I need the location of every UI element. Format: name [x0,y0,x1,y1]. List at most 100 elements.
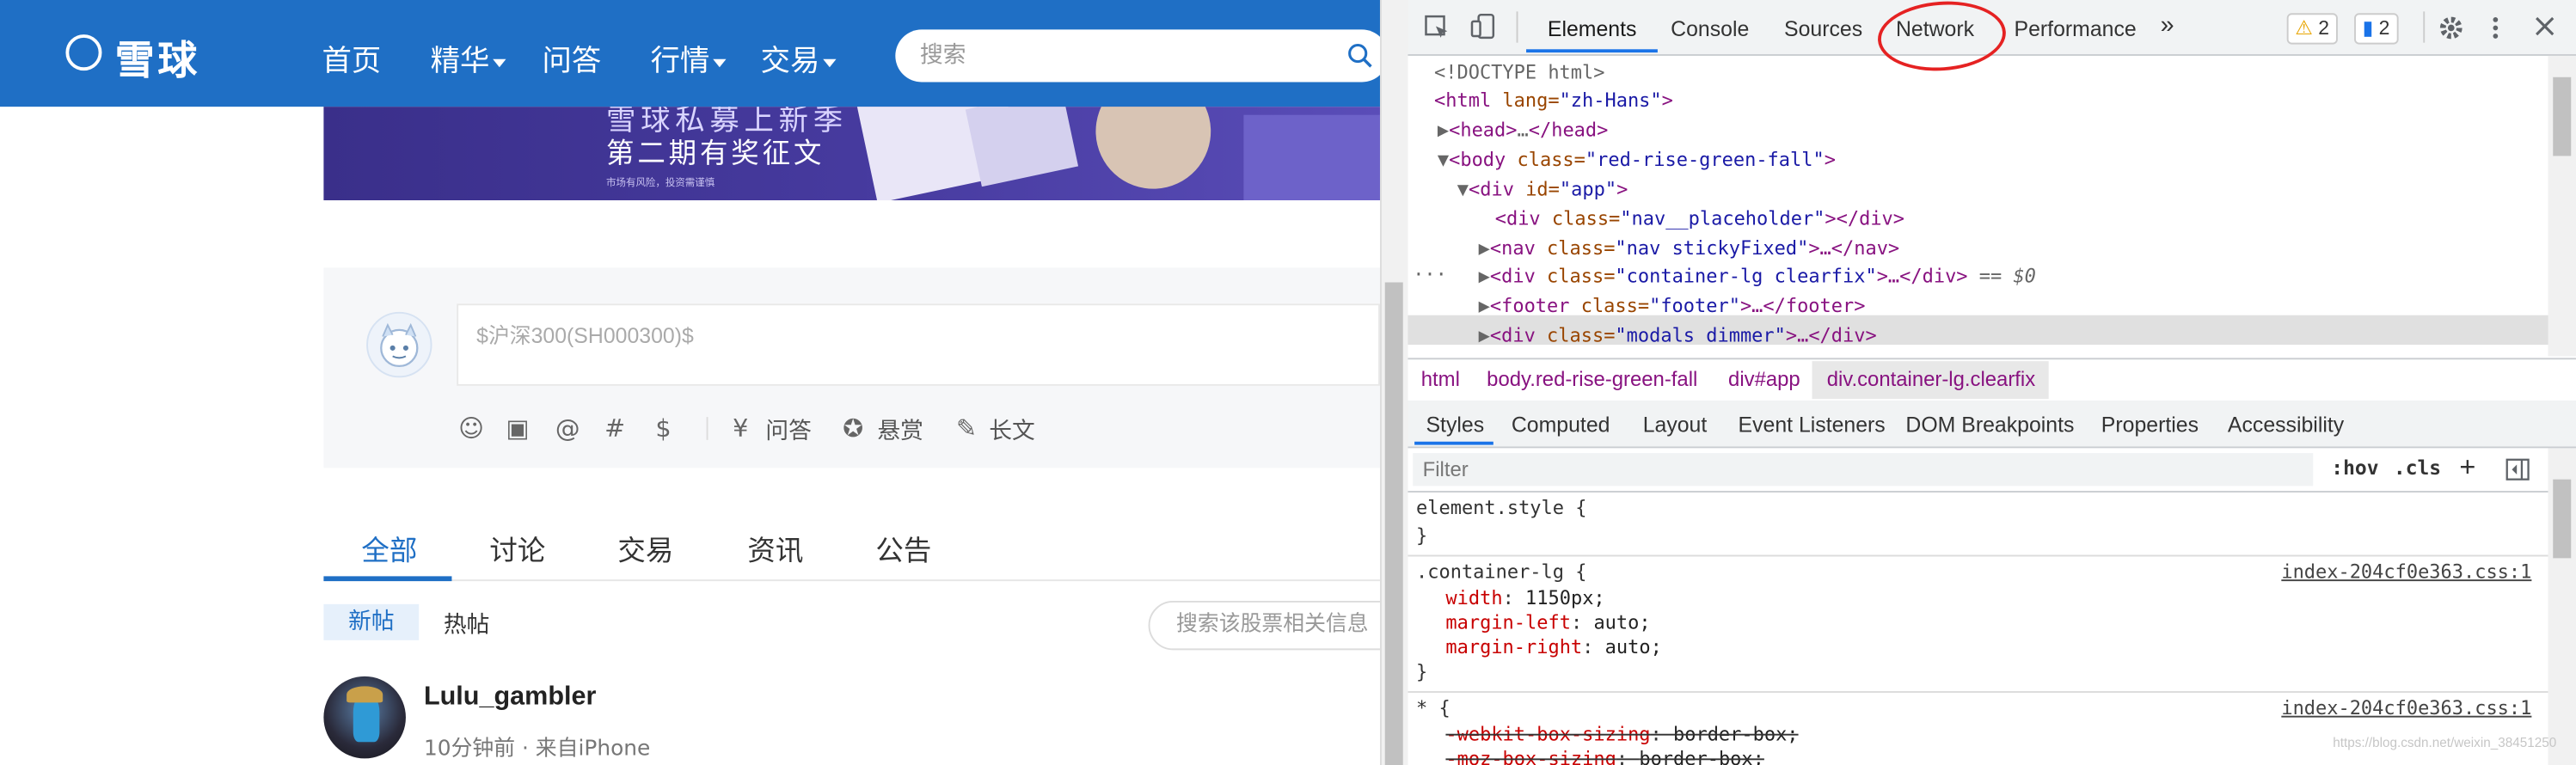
dom-node-doctype[interactable]: <!DOCTYPE html> [1434,59,1604,87]
subtab-accessibility[interactable]: Accessibility [2228,412,2344,437]
rule-universal-selector[interactable]: * { [1416,696,1451,721]
nav-qa[interactable]: 问答 [543,38,602,81]
hover-state-toggle[interactable]: :hov [2331,456,2378,480]
tab-discussion[interactable]: 讨论 [489,527,545,568]
site-search-input[interactable]: 搜索 [895,29,1380,83]
tab-all[interactable]: 全部 [361,527,417,568]
expand-arrow-icon[interactable]: ▶ [1479,236,1490,260]
user-avatar[interactable] [366,311,432,378]
subtab-new-posts[interactable]: 新帖 [323,603,420,640]
node-options-icon[interactable]: ··· [1413,261,1447,289]
styles-filter-input[interactable]: Filter [1413,453,2314,487]
css-property-overridden[interactable]: -webkit-box-sizing: border-box; [1445,722,1798,747]
tab-console[interactable]: Console [1671,16,1749,41]
css-property[interactable]: width: 1150px; [1445,586,1604,611]
dom-node-div-app[interactable]: ▼<div id="app"> [1457,175,1628,203]
reward-icon[interactable]: ✪ [843,413,863,443]
expand-arrow-icon[interactable]: ▶ [1479,294,1490,317]
class-toggle[interactable]: .cls [2394,456,2441,480]
subtab-styles[interactable]: Styles [1426,412,1484,437]
styles-scrollbar-thumb[interactable] [2553,479,2572,559]
tab-sources[interactable]: Sources [1784,16,1862,41]
search-icon[interactable] [1347,43,1374,70]
messages-badge[interactable]: ▮ 2 [2354,13,2398,45]
toggle-sidebar-icon[interactable] [2505,458,2530,481]
image-icon[interactable]: ▣ [506,413,529,443]
expand-arrow-icon[interactable]: ▶ [1438,119,1449,142]
article-button[interactable]: 长文 [989,413,1034,446]
nav-featured[interactable]: 精华 [431,38,506,81]
stock-icon[interactable]: $ [655,413,671,443]
breadcrumb-body[interactable]: body.red-rise-green-fall [1487,368,1697,391]
subtab-hot-posts[interactable]: 热帖 [444,608,489,640]
dom-node-footer[interactable]: ▶<footer class="footer">…</footer> [1479,292,1866,320]
settings-gear-icon[interactable] [2438,15,2464,41]
tab-performance[interactable]: Performance [2015,16,2137,41]
rule-source-link[interactable]: index-204cf0e363.css:1 [2281,560,2531,584]
dom-node-body[interactable]: ▼<body class="red-rise-green-fall"> [1438,146,1836,174]
css-property-overridden[interactable]: -moz-box-sizing: border-box; [1445,747,1763,765]
site-logo-text[interactable]: 雪球 [115,28,200,85]
banner-footnote: 市场有风险，投资需谨慎 [606,177,715,189]
toolbar-divider [706,417,708,440]
device-toolbar-icon[interactable] [1470,13,1497,40]
banner-illustration [1243,114,1380,201]
rule-container-selector[interactable]: .container-lg { [1416,560,1586,584]
tab-elements[interactable]: Elements [1548,16,1637,41]
dom-node-modals[interactable]: ▶<div class="modals dimmer">…</div> [1479,321,1877,349]
tab-announcements[interactable]: 公告 [875,527,931,568]
rule-close-brace: } [1416,659,1428,683]
hashtag-icon[interactable]: # [604,413,625,443]
subtab-event-listeners[interactable]: Event Listeners [1739,412,1886,437]
nav-home[interactable]: 首页 [322,38,381,81]
breadcrumb-div-app[interactable]: div#app [1728,368,1800,391]
article-icon[interactable]: ✎ [956,413,977,443]
close-icon[interactable] [2535,16,2555,36]
promo-banner[interactable]: 雪球私募上新季 第二期有奖征文 市场有风险，投资需谨慎 [323,107,1380,201]
breadcrumb-container[interactable]: div.container-lg.clearfix [1827,368,2035,391]
search-placeholder: 搜索 [919,42,966,70]
subtab-layout[interactable]: Layout [1643,412,1708,437]
more-tabs-icon[interactable]: » [2161,11,2174,39]
dom-node-container-selected[interactable]: ▶<div class="container-lg clearfix">…</d… [1479,263,2036,291]
tab-trade[interactable]: 交易 [617,527,673,568]
dom-node-nav[interactable]: ▶<nav class="nav stickyFixed">…</nav> [1479,235,1900,262]
rule-element-style[interactable]: element.style { [1416,496,1586,521]
dom-tree: <!DOCTYPE html> <html lang="zh-Hans"> ▶<… [1408,56,2548,357]
qa-icon[interactable]: ¥ [733,413,748,443]
rule-source-link[interactable]: index-204cf0e363.css:1 [2281,696,2531,721]
inspect-element-icon[interactable] [1425,15,1451,41]
collapse-arrow-icon[interactable]: ▼ [1438,148,1449,171]
subtab-dom-breakpoints[interactable]: DOM Breakpoints [1905,412,2074,437]
warnings-badge[interactable]: ⚠ 2 [2286,13,2338,45]
css-property[interactable]: margin-right: auto; [1445,635,1661,660]
emoji-icon[interactable]: ☺ [458,413,484,443]
reward-button[interactable]: 悬赏 [877,413,923,446]
post-author-avatar[interactable] [323,676,406,759]
expand-arrow-icon[interactable]: ▶ [1479,323,1490,346]
subtab-properties[interactable]: Properties [2101,412,2199,437]
stock-related-search-input[interactable]: 搜索该股票相关信息 [1148,601,1380,651]
subtab-computed[interactable]: Computed [1512,412,1610,437]
nav-trade[interactable]: 交易 [761,38,837,81]
css-property[interactable]: margin-left: auto; [1445,610,1650,635]
dom-node-head[interactable]: ▶<head>…</head> [1438,117,1609,144]
new-rule-icon[interactable]: + [2459,451,2475,484]
qa-button[interactable]: 问答 [765,413,811,446]
styles-filter-bar: Filter :hov .cls + [1408,448,2548,493]
banner-illustration [1079,107,1228,201]
breadcrumb-html[interactable]: html [1421,368,1460,391]
collapse-arrow-icon[interactable]: ▼ [1457,177,1469,200]
post-input-placeholder: $沪深300(SH000300)$ [476,323,694,348]
dom-node-html[interactable]: <html lang="zh-Hans"> [1434,87,1673,114]
dom-tree-scrollbar-thumb[interactable] [2553,76,2572,156]
mention-icon[interactable]: @ [555,413,580,443]
tab-news[interactable]: 资讯 [747,527,803,568]
page-scrollbar-thumb[interactable] [1384,282,1403,765]
expand-arrow-icon[interactable]: ▶ [1479,264,1490,287]
nav-market[interactable]: 行情 [651,38,727,81]
xueqiu-logo-icon[interactable] [65,34,102,71]
post-author-name[interactable]: Lulu_gambler [424,683,596,713]
kebab-menu-icon[interactable] [2491,15,2500,41]
dom-node-nav-placeholder[interactable]: <div class="nav__placeholder"></div> [1495,205,1904,233]
